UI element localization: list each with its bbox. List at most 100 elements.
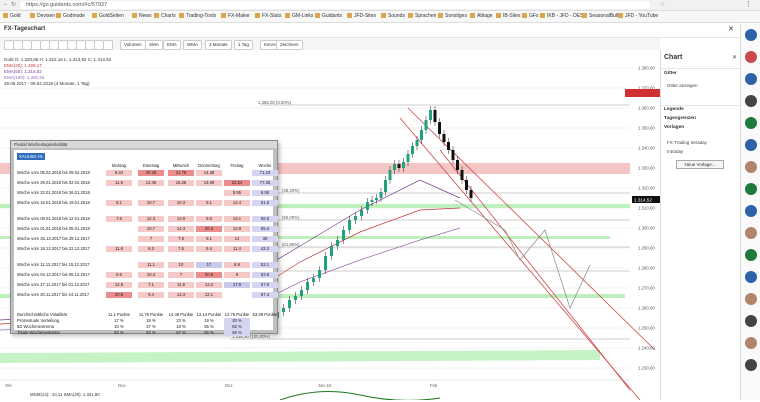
bookmark-item[interactable]: Guidants [315,12,342,21]
back-icon[interactable]: ← [3,1,9,7]
template-intraday[interactable]: Intraday [667,149,683,154]
section-vorlagen[interactable]: Vorlagen [664,125,684,130]
sidebar-avatar-icon[interactable] [745,73,757,85]
table-cell: 43.2 [252,246,278,252]
page-title: FX-Tageschart [4,26,46,32]
toolbar-button[interactable]: EMA [163,40,181,50]
star-icon[interactable]: ☆ [660,1,665,8]
bookmark-item[interactable]: SeasonalBull [582,12,618,21]
bookmark-item[interactable]: Ablage [470,12,493,21]
sidebar-avatar-icon[interactable] [745,29,757,41]
tool-icon[interactable] [103,40,113,50]
toolbar-button[interactable]: SMA [145,40,163,50]
new-template-button[interactable]: Neue Vorlage... [676,160,724,169]
sidebar-avatar-icon[interactable] [745,293,757,305]
menu-icon[interactable]: ⋮ [745,0,752,8]
bookmark-item[interactable]: Charts [154,12,176,21]
close-icon[interactable]: ✕ [728,25,734,33]
price-tick-label: 1.270,00 [638,286,655,291]
table-row-label: Woche vom 08.01.2018 bis 12.01.2018 [17,216,90,221]
fib-label: (50,00%) [282,215,300,220]
volatility-window[interactable]: Pivotal Wochentagsvolatilität XAUUSD H1 … [10,140,278,336]
bookmark-item[interactable]: Godmode [56,12,85,21]
bookmark-item[interactable]: GM-Links [285,12,313,21]
table-cell: 15.28 [168,180,194,186]
summary-cell: 58 % [224,330,250,336]
bookmark-item[interactable]: GFs [522,12,538,21]
table-cell: 10.7 [138,226,164,232]
sidebar-avatar-icon[interactable] [745,51,757,63]
bookmark-item[interactable]: JFD - YouTube [618,12,658,21]
price-tick-label: 1.350,00 [638,126,655,131]
folder-icon [618,13,623,19]
table-cell: 7 [138,236,164,242]
summary-cell [252,330,278,336]
gitter-toggle[interactable]: Gitter anzeigen [667,83,698,88]
bookmark-item[interactable]: Sounds [381,12,405,21]
toolbar-button[interactable]: 3 Monate [205,40,232,50]
table-cell: 12.1 [196,292,222,298]
section-tagesgrenzen[interactable]: Tagesgrenzen [664,116,696,121]
bookmark-item[interactable]: FX-Maker [221,12,250,21]
reload-icon[interactable]: ↻ [11,1,16,8]
sidebar-avatar-icon[interactable] [745,95,757,107]
bookmark-item[interactable]: Sprachen [408,12,436,21]
sidebar-avatar-icon[interactable] [745,117,757,129]
folder-icon [179,13,184,19]
sidebar-avatar-icon[interactable] [745,183,757,195]
folder-icon [221,13,226,19]
table-cell: 53.6 [252,272,278,278]
sidebar-avatar-icon[interactable] [745,227,757,239]
table-cell: 9.34 [106,170,132,176]
candle [456,160,459,170]
folder-icon [255,13,260,19]
address-bar[interactable]: https://go.guidants.com/#c/57937 [20,1,650,9]
folder-icon [92,13,97,19]
table-row-label: Woche vom 11.12.2017 bis 15.12.2017 [17,262,90,267]
toolbar-button[interactable]: Volumen [120,40,146,50]
table-cell [196,190,222,196]
sidebar-avatar-icon[interactable] [745,205,757,217]
close-icon[interactable]: ✕ [732,54,737,61]
summary-cell: 52 % [146,330,156,335]
toolbar-button[interactable]: 1 Tag [234,40,253,50]
symbol-select[interactable]: XAUUSD H1 [17,153,45,160]
folder-icon [582,13,587,19]
bookmark-item[interactable]: Sonstiges [438,12,467,21]
table-cell: 11.1 [138,262,164,268]
table-cell [106,262,132,268]
template-fx-intraday[interactable]: FX-Trading Intraday [667,140,707,145]
candle [379,192,383,198]
candle [402,162,405,168]
bookmark-item[interactable]: Devisen [30,12,55,21]
bookmark-label: GoldSeiten [99,13,124,19]
bookmark-item[interactable]: Trading-Tools [179,12,216,21]
sidebar-avatar-icon[interactable] [745,249,757,261]
folder-icon [30,13,35,19]
sidebar-avatar-icon[interactable] [745,337,757,349]
table-cell [106,226,132,232]
candle [360,210,363,216]
sidebar-avatar-icon[interactable] [745,161,757,173]
sidebar-avatar-icon[interactable] [745,271,757,283]
table-cell: 6.3 [138,246,164,252]
toolbar-button[interactable]: Zeichnen [276,40,303,50]
toolbar-button[interactable]: WMA [183,40,202,50]
bookmark-item[interactable]: IB-Sites [496,12,521,21]
table-cell: 7.5 [168,246,194,252]
bookmark-label: FX-Maker [228,13,250,19]
bookmark-item[interactable]: GoldSeiten [92,12,124,21]
bookmark-item[interactable]: JFD-Sites [347,12,376,21]
bookmark-item[interactable]: News [132,12,152,21]
table-cell: 9.1 [196,200,222,206]
bookmark-item[interactable]: IKB - JFD - DESK [540,12,587,21]
bookmark-item[interactable]: Gold [3,12,21,21]
sidebar-avatar-icon[interactable] [745,139,757,151]
sidebar-avatar-icon[interactable] [745,359,757,371]
section-legende[interactable]: Legende [664,107,684,112]
section-gitter[interactable]: Gitter [664,71,677,76]
table-cell: 10 [168,262,194,268]
sidebar-avatar-icon[interactable] [745,315,757,327]
bookmark-label: Sonstiges [445,13,467,19]
bookmark-item[interactable]: FX-Stats [255,12,281,21]
